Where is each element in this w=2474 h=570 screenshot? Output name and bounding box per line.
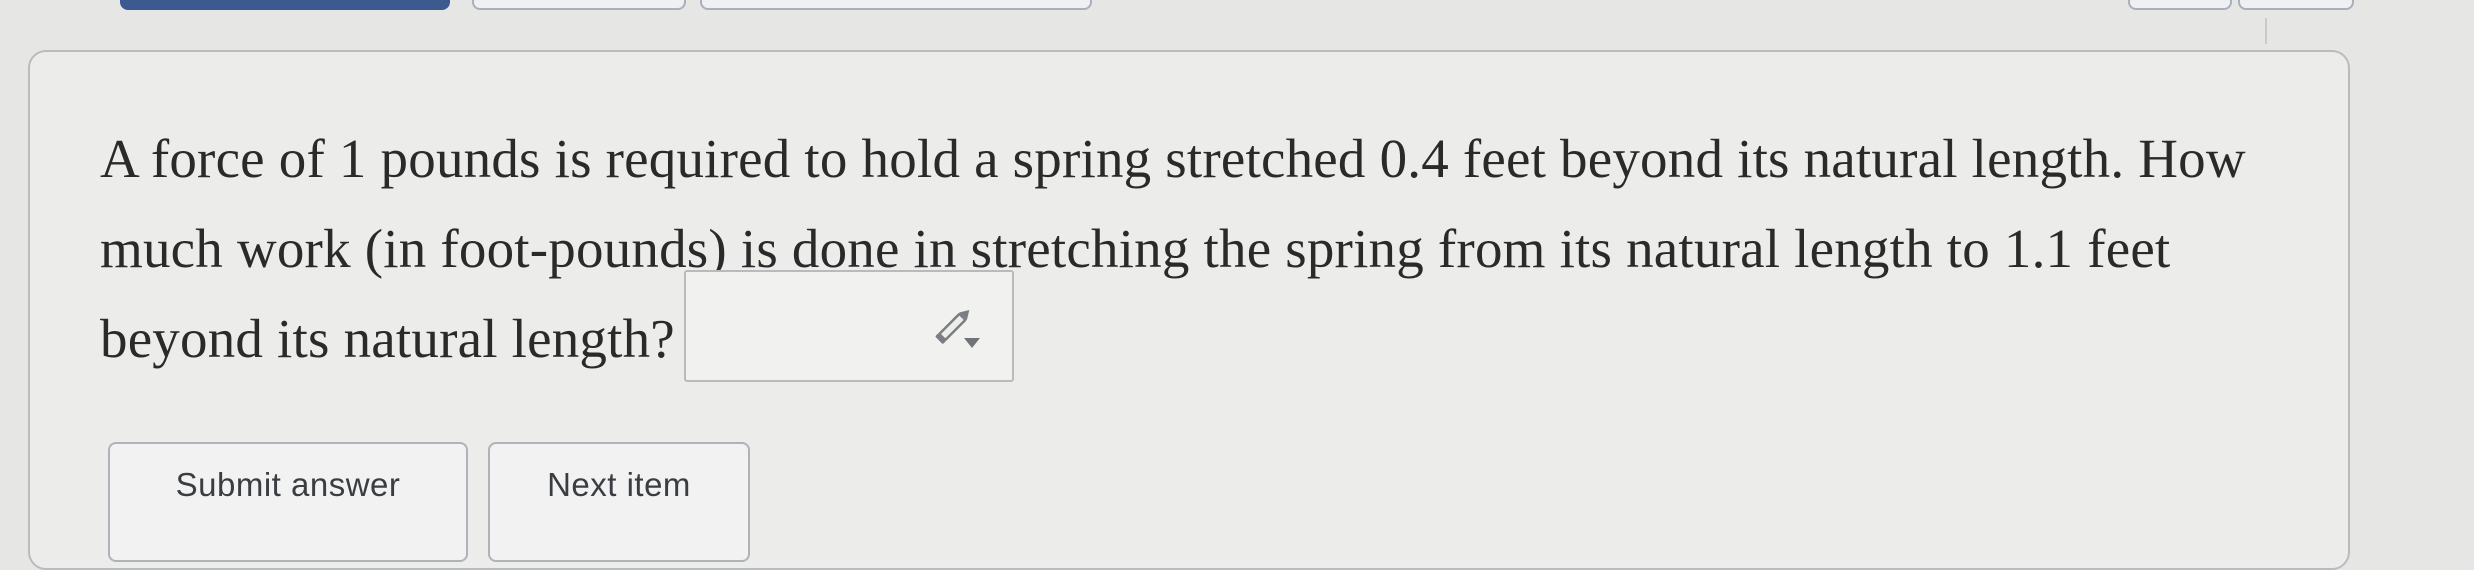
pencil-dropdown-icon[interactable] (932, 306, 984, 352)
submit-answer-button[interactable]: Submit answer (108, 442, 468, 562)
tab-button[interactable] (472, 0, 686, 10)
question-card: A force of 1 pounds is required to hold … (28, 50, 2350, 570)
toolbar-button[interactable] (2238, 0, 2354, 10)
question-line-3: beyond its natural length? (100, 308, 675, 369)
question-line-1: A force of 1 pounds is required to hold … (100, 128, 2246, 189)
tab-button[interactable] (700, 0, 1092, 10)
answer-input[interactable] (684, 270, 1014, 382)
divider (2265, 18, 2267, 44)
question-line-2: much work (in foot-pounds) is done in st… (100, 218, 2171, 279)
next-item-button[interactable]: Next item (488, 442, 750, 562)
toolbar-button[interactable] (2128, 0, 2232, 10)
active-tab[interactable] (120, 0, 450, 10)
question-text: A force of 1 pounds is required to hold … (100, 114, 2320, 384)
